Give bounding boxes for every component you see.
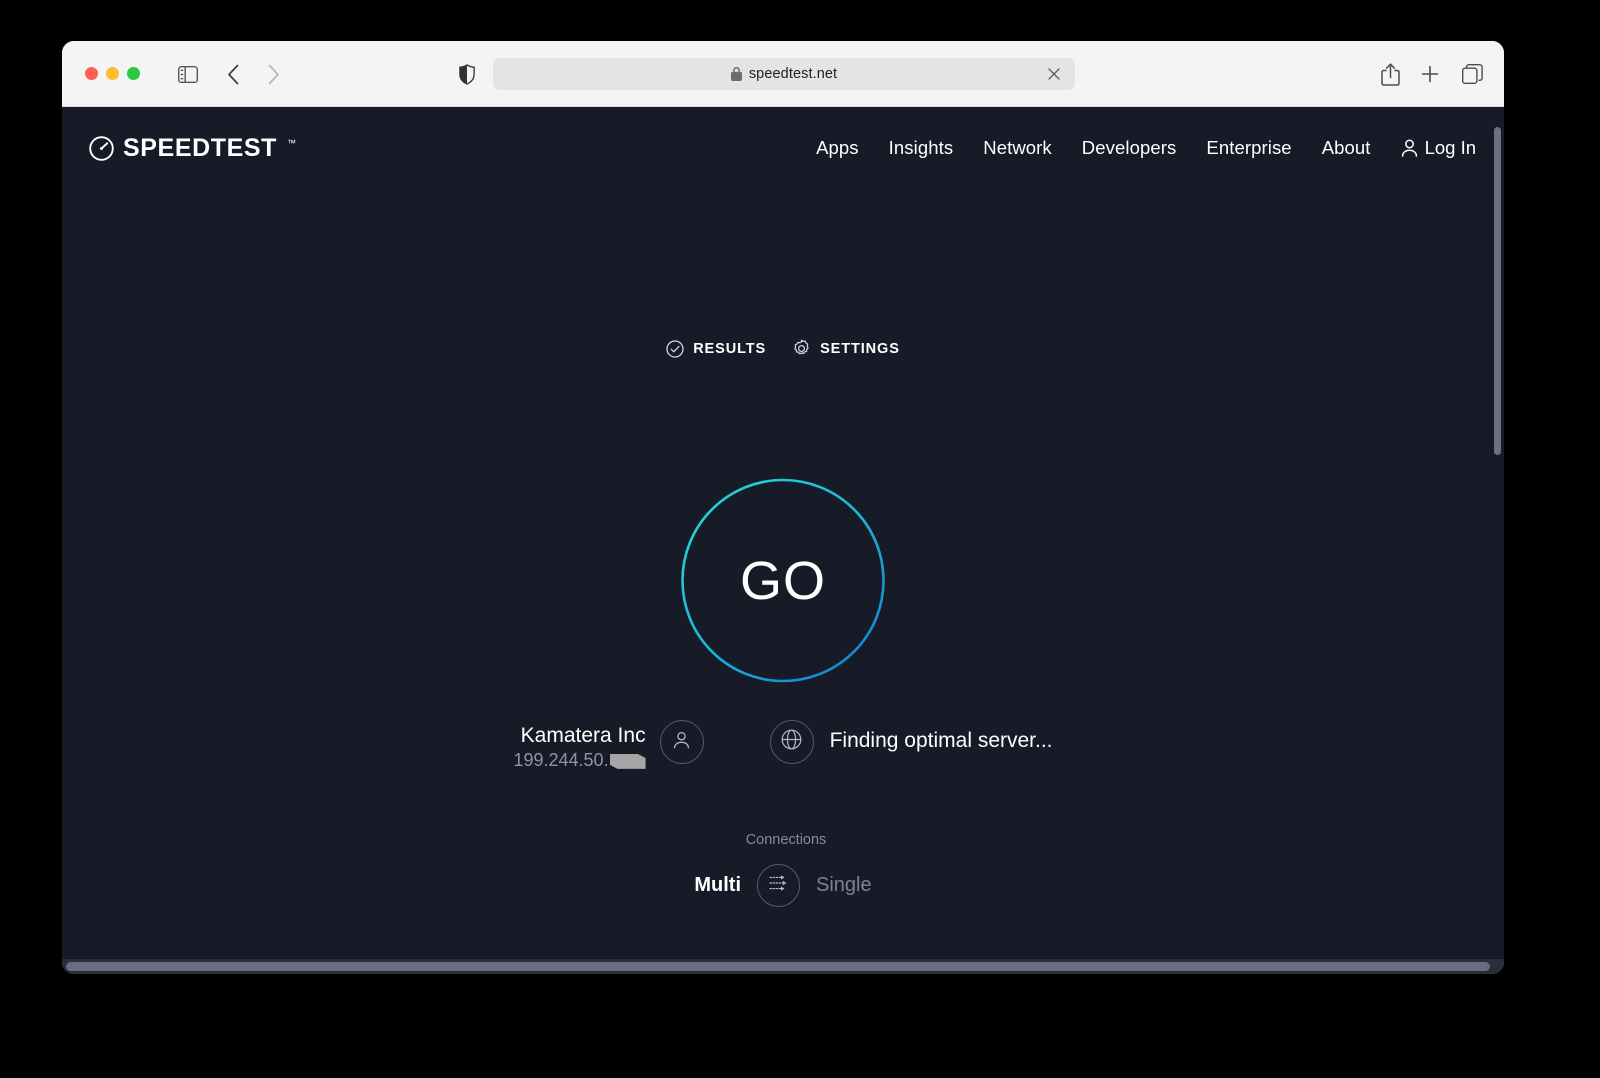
- url-text: speedtest.net: [749, 66, 837, 82]
- globe-icon: [781, 729, 802, 755]
- nav-item-network[interactable]: Network: [983, 137, 1052, 159]
- horizontal-scrollbar-thumb[interactable]: [66, 962, 1490, 971]
- connections-single-label[interactable]: Single: [816, 874, 872, 897]
- zoom-window-button[interactable]: [127, 67, 140, 80]
- shield-icon[interactable]: [454, 61, 480, 87]
- url-bar[interactable]: speedtest.net: [493, 58, 1075, 90]
- tab-settings[interactable]: SETTINGS: [792, 339, 900, 358]
- isp-name: Kamatera Inc: [513, 722, 645, 750]
- page-vertical-scrollbar[interactable]: [1494, 127, 1501, 455]
- isp-block[interactable]: Kamatera Inc 199.244.50.: [513, 720, 703, 771]
- view-tabs: RESULTS SETTINGS: [62, 339, 1504, 358]
- login-button[interactable]: Log In: [1401, 137, 1476, 159]
- ip-redaction-mark: [610, 754, 646, 769]
- tab-settings-label: SETTINGS: [820, 341, 900, 357]
- minimize-window-button[interactable]: [106, 67, 119, 80]
- close-window-button[interactable]: [85, 67, 98, 80]
- change-server-button[interactable]: [770, 720, 814, 764]
- go-button[interactable]: GO: [681, 478, 886, 683]
- server-status: Finding optimal server...: [830, 720, 1053, 753]
- check-circle-icon: [666, 340, 684, 358]
- site-header: SPEEDTEST ™ Apps Insights Network Develo…: [62, 107, 1504, 195]
- main-nav: Apps Insights Network Developers Enterpr…: [816, 137, 1476, 159]
- url-content: speedtest.net: [731, 66, 837, 82]
- chevron-right-icon[interactable]: [260, 61, 286, 87]
- isp-ip-address: 199.244.50.: [513, 750, 608, 771]
- go-label: GO: [740, 550, 826, 612]
- connections-toggle-knob[interactable]: [757, 864, 800, 907]
- tab-results-label: RESULTS: [693, 341, 766, 357]
- window-traffic-lights: [85, 67, 140, 80]
- connections-section: Connections Multi: [62, 832, 1504, 907]
- sidebar-icon[interactable]: [175, 61, 201, 87]
- server-block[interactable]: Finding optimal server...: [770, 720, 1053, 764]
- horizontal-scrollbar-track[interactable]: [62, 959, 1504, 974]
- tab-results[interactable]: RESULTS: [666, 340, 766, 358]
- plus-icon[interactable]: [1417, 61, 1443, 87]
- nav-item-developers[interactable]: Developers: [1082, 137, 1177, 159]
- tabs-icon[interactable]: [1459, 61, 1485, 87]
- nav-item-enterprise[interactable]: Enterprise: [1206, 137, 1291, 159]
- brand-trademark: ™: [287, 138, 296, 148]
- nav-item-apps[interactable]: Apps: [816, 137, 859, 159]
- connections-multi-label[interactable]: Multi: [694, 874, 741, 897]
- lock-icon: [731, 67, 742, 81]
- connections-toggle[interactable]: Multi Sing: [694, 864, 871, 907]
- gear-icon: [792, 339, 811, 358]
- nav-item-about[interactable]: About: [1322, 137, 1371, 159]
- screenshot-root: speedtest.net: [0, 0, 1600, 1078]
- page-viewport: SPEEDTEST ™ Apps Insights Network Develo…: [62, 107, 1504, 974]
- browser-toolbar: speedtest.net: [62, 41, 1504, 107]
- connections-caption: Connections: [746, 832, 827, 848]
- chevron-left-icon[interactable]: [220, 61, 246, 87]
- close-icon[interactable]: [1046, 66, 1062, 82]
- share-icon[interactable]: [1377, 61, 1403, 87]
- person-icon: [672, 730, 691, 755]
- isp-ip-row: 199.244.50.: [513, 750, 645, 771]
- isp-text: Kamatera Inc 199.244.50.: [513, 720, 645, 771]
- connection-info: Kamatera Inc 199.244.50.: [62, 720, 1504, 771]
- brand-logo[interactable]: SPEEDTEST ™: [89, 134, 296, 163]
- brand-name: SPEEDTEST: [123, 134, 277, 163]
- change-isp-button[interactable]: [660, 720, 704, 764]
- multi-arrows-icon: [768, 873, 790, 898]
- login-label: Log In: [1425, 137, 1476, 159]
- person-icon: [1401, 139, 1418, 157]
- nav-item-insights[interactable]: Insights: [889, 137, 954, 159]
- speedometer-icon: [89, 136, 114, 161]
- browser-window: speedtest.net: [62, 41, 1504, 974]
